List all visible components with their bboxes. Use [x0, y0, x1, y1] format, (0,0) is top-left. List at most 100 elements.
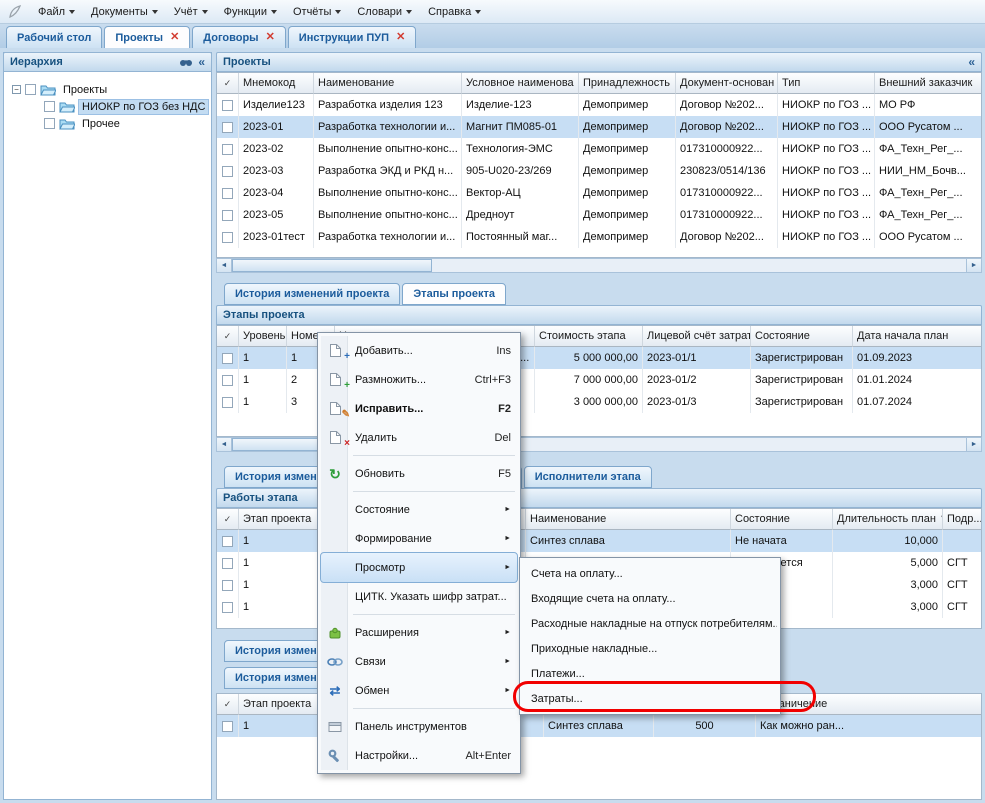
row-checkbox[interactable]	[217, 715, 239, 737]
cell[interactable]: НИОКР по ГОЗ ...	[778, 204, 875, 226]
menu-item-refresh[interactable]: ↻ Обновить F5	[321, 459, 517, 488]
menu-item-links[interactable]: Связи ►	[321, 647, 517, 676]
row-checkbox[interactable]	[217, 552, 239, 574]
cell[interactable]: НИИ_НМ_Бочв...	[875, 160, 982, 182]
menu-file[interactable]: Файл	[30, 2, 83, 22]
cell[interactable]: 3,000	[833, 596, 943, 618]
cell[interactable]: 017310000922...	[676, 138, 778, 160]
row-checkbox[interactable]	[217, 347, 239, 369]
cell[interactable]: 01.07.2024	[853, 391, 982, 413]
submenu-item-invoices[interactable]: Счета на оплату...	[523, 561, 777, 586]
column-header[interactable]: Состояние	[731, 509, 833, 530]
tree-item-other[interactable]: Прочее	[8, 115, 207, 132]
close-tab-icon[interactable]: ✕	[170, 32, 179, 43]
cell[interactable]: ФА_Техн_Рег_...	[875, 138, 982, 160]
cell[interactable]: Разработка ЭКД и РКД н...	[314, 160, 462, 182]
cell[interactable]: 2023-01тест	[239, 226, 314, 248]
row-checkbox[interactable]	[217, 160, 239, 182]
cell[interactable]: 230823/0514/136	[676, 160, 778, 182]
menu-help[interactable]: Справка	[420, 2, 489, 22]
cell[interactable]: Изделие123	[239, 94, 314, 116]
cell[interactable]: Зарегистрирован	[751, 369, 853, 391]
menu-dictionaries[interactable]: Словари	[349, 2, 420, 22]
row-checkbox[interactable]	[217, 369, 239, 391]
cell[interactable]: Как можно ран...	[756, 715, 982, 737]
menu-functions[interactable]: Функции	[216, 2, 285, 22]
row-checkbox[interactable]	[217, 391, 239, 413]
select-all-header[interactable]: ✓	[217, 326, 239, 347]
cell[interactable]: 2023-02	[239, 138, 314, 160]
close-tab-icon[interactable]: ✕	[266, 32, 275, 43]
menu-reports[interactable]: Отчёты	[285, 2, 349, 22]
cell[interactable]: 2023-01/3	[643, 391, 751, 413]
cell[interactable]: Демопример	[579, 182, 676, 204]
select-all-header[interactable]: ✓	[217, 509, 239, 530]
cell[interactable]: ООО Русатом ...	[875, 226, 982, 248]
submenu-item-expense-notes[interactable]: Расходные накладные на отпуск потребител…	[523, 611, 777, 636]
cell[interactable]: МО РФ	[875, 94, 982, 116]
cell[interactable]: НИОКР по ГОЗ ...	[778, 94, 875, 116]
cell[interactable]	[943, 530, 982, 552]
cell[interactable]: 2023-04	[239, 182, 314, 204]
table-row[interactable]: Изделие123Разработка изделия 123Изделие-…	[217, 94, 981, 116]
cell[interactable]: Зарегистрирован	[751, 391, 853, 413]
tree-checkbox[interactable]	[44, 118, 55, 129]
cell[interactable]: НИОКР по ГОЗ ...	[778, 226, 875, 248]
tab-contracts[interactable]: Договоры✕	[192, 26, 286, 48]
column-header[interactable]: Наименование	[314, 73, 462, 94]
scrollbar-track[interactable]	[232, 259, 966, 272]
cell[interactable]: Выполнение опытно-конс...	[314, 182, 462, 204]
cell[interactable]: СГТ	[943, 596, 982, 618]
tab-instructions-pup[interactable]: Инструкции ПУП✕	[288, 26, 416, 48]
table-row[interactable]: 2023-02Выполнение опытно-конс...Технолог…	[217, 138, 981, 160]
submenu-item-costs[interactable]: Затраты...	[523, 686, 777, 711]
cell[interactable]: ФА_Техн_Рег_...	[875, 204, 982, 226]
column-header[interactable]: Тип	[778, 73, 875, 94]
column-header[interactable]: Состояние	[751, 326, 853, 347]
find-icon[interactable]	[179, 57, 193, 67]
row-checkbox[interactable]	[217, 574, 239, 596]
cell[interactable]: 2023-05	[239, 204, 314, 226]
tree-item-projects[interactable]: − Проекты	[8, 81, 207, 98]
tree-checkbox[interactable]	[25, 84, 36, 95]
cell[interactable]: Не начата	[731, 530, 833, 552]
scroll-right-icon[interactable]: ►	[966, 259, 981, 272]
cell[interactable]: 017310000922...	[676, 182, 778, 204]
collapse-sidebar-icon[interactable]: «	[198, 57, 205, 67]
table-row[interactable]: 2023-05Выполнение опытно-конс...Дредноут…	[217, 204, 981, 226]
menu-item-duplicate[interactable]: + Размножить... Ctrl+F3	[321, 365, 517, 394]
cell[interactable]: 3 000 000,00	[535, 391, 643, 413]
cell[interactable]: 1	[239, 369, 287, 391]
cell[interactable]: Выполнение опытно-конс...	[314, 138, 462, 160]
cell[interactable]: Магнит ПМ085-01	[462, 116, 579, 138]
scroll-left-icon[interactable]: ◄	[217, 259, 232, 272]
cell[interactable]: Вектор-АЦ	[462, 182, 579, 204]
row-checkbox[interactable]	[217, 596, 239, 618]
column-header[interactable]: Лицевой счёт затрат	[643, 326, 751, 347]
cell[interactable]: 017310000922...	[676, 204, 778, 226]
cell[interactable]: Зарегистрирован	[751, 347, 853, 369]
cell[interactable]: Демопример	[579, 160, 676, 182]
tab-desktop[interactable]: Рабочий стол	[6, 26, 102, 48]
column-header[interactable]: Наименование	[526, 509, 731, 530]
cell[interactable]: НИОКР по ГОЗ ...	[778, 182, 875, 204]
cell[interactable]: Выполнение опытно-конс...	[314, 204, 462, 226]
collapse-panel-icon[interactable]: «	[968, 57, 975, 67]
cell[interactable]: 1	[239, 391, 287, 413]
cell[interactable]: Разработка изделия 123	[314, 94, 462, 116]
select-all-header[interactable]: ✓	[217, 73, 239, 94]
cell[interactable]: 500	[654, 715, 756, 737]
cell[interactable]: 7 000 000,00	[535, 369, 643, 391]
close-tab-icon[interactable]: ✕	[396, 32, 405, 43]
table-row[interactable]: 2023-01тестРазработка технологии и...Пос…	[217, 226, 981, 248]
cell[interactable]: Демопример	[579, 226, 676, 248]
cell[interactable]: ООО Русатом ...	[875, 116, 982, 138]
submenu-item-incoming-invoices[interactable]: Входящие счета на оплату...	[523, 586, 777, 611]
column-header[interactable]: Длительность план ▼	[833, 509, 943, 530]
row-checkbox[interactable]	[217, 138, 239, 160]
column-header[interactable]: Принадлежность	[579, 73, 676, 94]
tab-project-stages[interactable]: Этапы проекта	[402, 283, 506, 305]
scrollbar-thumb[interactable]	[232, 259, 432, 272]
menu-item-exchange[interactable]: ⇄ Обмен ►	[321, 676, 517, 705]
menu-item-add[interactable]: + Добавить... Ins	[321, 336, 517, 365]
